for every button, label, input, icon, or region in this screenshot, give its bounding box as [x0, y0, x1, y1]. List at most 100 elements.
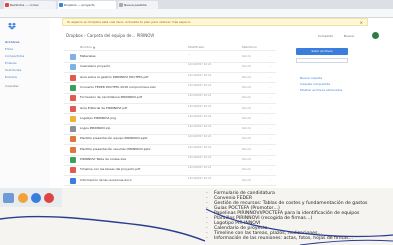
more-options-icon[interactable]: … [269, 74, 272, 81]
file-modified: 12/10/2017 10:21 [188, 114, 212, 118]
table-row[interactable]: Plantilla presentación equipo PIRINNOVI.… [64, 134, 276, 144]
avatar[interactable] [372, 32, 379, 39]
deleted-files-link[interactable]: Mostrar archivos eliminados [300, 88, 342, 92]
column-header-members[interactable]: Miembros [242, 45, 257, 49]
file-members: Solo tú [242, 75, 252, 79]
close-icon[interactable]: ✕ [360, 19, 363, 25]
sidebar-item-photos[interactable]: Fotos [5, 47, 13, 51]
column-header-modified[interactable]: Modificado [188, 45, 204, 49]
table-row[interactable]: Plantilla presentación resumen PIRINNOVI… [64, 145, 276, 155]
file-name[interactable]: Plantilla presentación equipo PIRINNOVI.… [80, 135, 168, 142]
file-members: Solo tú [242, 168, 252, 172]
sidebar-item-requests[interactable]: Solicitudes [5, 68, 21, 72]
table-row[interactable]: Formulario de candidatura PIRINNOVI.pdf 1… [64, 93, 276, 103]
file-modified: 12/10/2017 10:21 [188, 83, 212, 87]
more-options-icon[interactable]: … [269, 166, 272, 173]
more-options-icon[interactable]: … [269, 84, 272, 91]
upload-button[interactable]: Subir archivos [296, 48, 348, 55]
file-name[interactable]: Plantilla presentación resumen PIRINNOVI… [80, 146, 168, 153]
browser-tab-strip: Recibidos — correo Dropbox — proyecto Nu… [0, 0, 393, 9]
file-name[interactable]: Convenio FEDER POCTEFA 2018 compromisos.… [80, 84, 168, 91]
more-options-icon[interactable]: … [269, 63, 272, 70]
more-options-icon[interactable]: … [269, 177, 272, 184]
shared-folder-link[interactable]: Carpeta compartida [300, 82, 330, 86]
table-row[interactable]: PIRINNOVI Tabla de costes.xlsx 12/10/2017… [64, 155, 276, 165]
storage-banner: Tu espacio en Dropbox está casi lleno. A… [62, 18, 368, 26]
more-options-icon[interactable]: … [269, 115, 272, 122]
file-modified: 12/10/2017 10:21 [188, 63, 212, 67]
file-name[interactable]: Timeline con las tareas del proyecto.pdf [80, 166, 168, 173]
file-name[interactable]: Guía Editorial de PIRINNOVI.pdf [80, 105, 168, 112]
mail-icon [5, 3, 9, 7]
file-name[interactable]: Calendario proyecto [80, 63, 168, 70]
sidebar: Archivos Fotos Compartidos Enlaces Solic… [0, 18, 50, 198]
more-options-icon[interactable]: … [269, 105, 272, 112]
table-row[interactable]: Materiales -- Solo tú … [64, 52, 276, 62]
sidebar-section-label: Carpetas [5, 84, 19, 88]
file-modified: 12/10/2017 10:21 [188, 125, 212, 129]
table-row[interactable]: Calendario proyecto 12/10/2017 10:21 Solo … [64, 62, 276, 72]
more-options-icon[interactable]: … [269, 135, 272, 142]
table-row[interactable]: Guía sobre la gestión PIRINNOVI POCTEFA.… [64, 73, 276, 83]
search-button[interactable]: Buscar [344, 34, 354, 39]
dropbox-logo-icon [8, 22, 16, 30]
file-members: Solo tú [242, 65, 252, 69]
file-members: Solo tú [242, 55, 252, 58]
file-members: Solo tú [242, 127, 252, 131]
file-icon [70, 84, 76, 91]
browser-tab[interactable]: Recibidos — correo [4, 1, 56, 9]
browser-tab-active[interactable]: Dropbox — proyecto [58, 1, 116, 9]
file-modified: 12/10/2017 10:21 [188, 156, 212, 159]
file-icon [70, 157, 76, 163]
file-modified: 12/10/2017 10:21 [188, 73, 212, 77]
sidebar-item-links[interactable]: Enlaces [5, 61, 17, 65]
table-row[interactable]: Timeline con las tareas del proyecto.pdf… [64, 165, 276, 175]
row-divider [64, 185, 276, 187]
file-name[interactable]: Formulario de candidatura PIRINNOVI.pdf [80, 94, 168, 101]
file-icon [70, 105, 76, 112]
more-options-icon[interactable]: … [269, 94, 272, 101]
file-icon [70, 54, 76, 60]
file-name[interactable]: Logotipo PIRINNOVI.png [80, 115, 168, 122]
more-options-icon[interactable]: … [269, 53, 272, 60]
sidebar-item-events[interactable]: Eventos [5, 75, 17, 79]
new-folder-link[interactable]: Nueva carpeta [300, 76, 322, 80]
more-options-icon[interactable]: … [269, 156, 272, 163]
file-members: Solo tú [242, 85, 252, 89]
more-options-icon[interactable]: … [269, 125, 272, 132]
column-header-name[interactable]: Nombre ▲ [80, 45, 95, 49]
table-row[interactable]: Información de las reuniones.docx 12/10/2… [64, 176, 276, 186]
table-row[interactable]: Convenio FEDER POCTEFA 2018 compromisos.… [64, 83, 276, 93]
table-row[interactable]: Logos PIRINNOVI.zip 12/10/2017 10:21 Solo … [64, 124, 276, 134]
dropbox-icon [59, 3, 63, 7]
more-options-icon[interactable]: … [269, 146, 272, 153]
file-members: Solo tú [242, 137, 252, 141]
file-icon [70, 126, 76, 133]
address-bar-row: ← → ⟳ https://www.dropbox.com/home/Proye… [0, 9, 393, 25]
sidebar-item-shared[interactable]: Compartidos [5, 54, 24, 58]
table-row[interactable]: Logotipo PIRINNOVI.png 12/10/2017 10:21 So… [64, 114, 276, 124]
browser-tab[interactable]: Nueva pestaña [118, 1, 158, 9]
file-icon [70, 177, 76, 184]
table-row[interactable]: Guía Editorial de PIRINNOVI.pdf 12/10/201… [64, 104, 276, 114]
file-modified: -- [188, 53, 190, 56]
share-button[interactable]: Compartir [318, 34, 333, 39]
file-modified: 12/10/2017 10:21 [188, 104, 212, 108]
file-name[interactable]: Información de las reuniones.docx [80, 177, 168, 184]
file-name[interactable]: Materiales [80, 53, 168, 60]
banner-text: Tu espacio en Dropbox está casi lleno. A… [67, 20, 191, 24]
tab-label: Dropbox — proyecto [64, 3, 95, 7]
file-modified: 12/10/2017 10:21 [188, 166, 212, 170]
upload-dropdown[interactable] [296, 58, 348, 63]
header-divider [64, 50, 276, 51]
file-name[interactable]: Guía sobre la gestión PIRINNOVI POCTEFA.… [80, 74, 168, 81]
file-members: Solo tú [242, 116, 252, 120]
file-members: Solo tú [242, 158, 252, 161]
file-name[interactable]: Logos PIRINNOVI.zip [80, 125, 168, 132]
page-icon [119, 3, 123, 7]
file-name[interactable]: PIRINNOVI Tabla de costes.xlsx [80, 156, 168, 163]
projection-photo: Recibidos — correo Dropbox — proyecto Nu… [0, 0, 393, 245]
breadcrumb[interactable]: Dropbox › Carpeta del equipo de… PIRINOV… [66, 33, 154, 39]
sidebar-item-files[interactable]: Archivos [5, 40, 20, 44]
file-members: Solo tú [242, 147, 252, 151]
